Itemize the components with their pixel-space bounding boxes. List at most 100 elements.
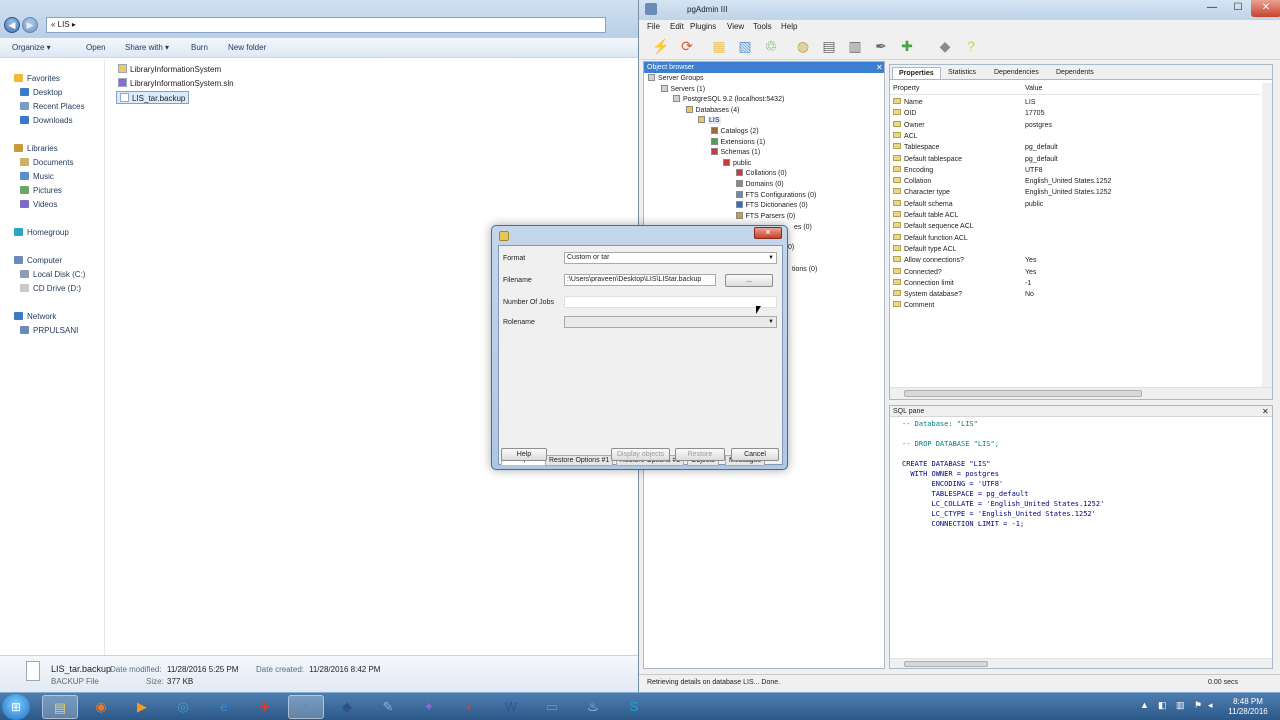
taskbar-media-player-icon[interactable]: ▶ [124,695,160,719]
table-row[interactable]: Default table ACL [890,210,1260,221]
table-row[interactable]: System database? No [890,289,1260,300]
sidebar-item-pictures[interactable]: Pictures [0,184,104,197]
tab-restore-options-1[interactable]: Restore Options #1 [545,455,614,466]
close-icon[interactable]: ✕ [1251,0,1280,17]
tray-volume-icon[interactable]: ◂ [1208,700,1213,711]
tree-node[interactable]: Schemas (1) [710,148,760,158]
value-column-header[interactable]: Value [1025,85,1042,92]
tree-node[interactable]: PostgreSQL 9.2 (localhost:5432) [673,95,784,105]
tray-flag-icon[interactable]: ⚑ [1194,700,1202,711]
address-bar[interactable]: « LIS ▸ [46,17,606,33]
table-row[interactable]: Collation English_United States.1252 [890,176,1260,187]
table-row[interactable]: Tablespace pg_default [890,142,1260,153]
tree-node[interactable]: Collations (0) [735,169,787,179]
tray-expand-icon[interactable]: ▲ [1140,700,1149,710]
object-browser-close-icon[interactable]: ✕ [876,62,883,73]
sql-hscroll[interactable] [890,658,1272,668]
tab-properties[interactable]: Properties [892,67,941,79]
view-data-icon[interactable]: ▤ [819,36,839,56]
menu-edit[interactable]: Edit [670,22,684,31]
table-row[interactable]: Encoding UTF8 [890,165,1260,176]
tree-node[interactable]: public [723,158,751,169]
tree-node[interactable]: Domains (0) [735,180,784,190]
sidebar-item-homegroup[interactable]: Homegroup [0,226,104,239]
pane-splitter[interactable] [104,60,105,655]
dialog-close-icon[interactable]: ✕ [754,227,782,239]
rolename-select[interactable]: ▼ [564,316,777,328]
table-row[interactable]: Default sequence ACL [890,221,1260,232]
taskbar-magnifier-icon[interactable]: ◎ [165,695,201,719]
properties-hscroll[interactable] [890,387,1272,399]
sql-query-icon[interactable]: ◍ [793,36,813,56]
create-object-icon[interactable]: ▧ [735,36,755,56]
tray-network-icon[interactable]: ▥ [1176,700,1185,711]
tree-node[interactable]: Extensions (1) [710,137,765,148]
cancel-button[interactable]: Cancel [731,448,779,461]
properties-vscroll[interactable] [1262,83,1272,387]
taskbar-oracle-icon[interactable]: ✚ [247,695,283,719]
table-row[interactable]: Default type ACL [890,244,1260,255]
new-folder-button[interactable]: New folder [228,43,266,52]
tree-node[interactable]: Catalogs (2) [710,127,759,137]
table-row[interactable]: Default tablespace pg_default [890,154,1260,165]
table-row[interactable]: Character type English_United States.1252 [890,187,1260,198]
table-row[interactable]: Default function ACL [890,233,1260,244]
taskbar-skype-icon[interactable]: S [616,695,652,719]
list-item[interactable]: LIS_tar.backup [116,91,190,104]
table-row[interactable]: Connected? Yes [890,267,1260,278]
refresh-icon[interactable]: ⟳ [677,36,697,56]
menu-tools[interactable]: Tools [753,22,772,31]
sidebar-item-recent-places[interactable]: Recent Places [0,100,104,113]
filename-input[interactable]: :\Users\praveen\Desktop\LIS\LIStar.backu… [564,274,716,286]
hint-icon[interactable]: ◆ [935,36,955,56]
taskbar-virtualbox-icon[interactable]: ◆ [329,695,365,719]
sidebar-item-cd-drive-d[interactable]: CD Drive (D:) [0,282,104,295]
sidebar-item-libraries[interactable]: Libraries [0,142,104,155]
sql-hscroll-thumb[interactable] [904,661,988,667]
tab-dependencies[interactable]: Dependencies [988,67,1045,79]
burn-button[interactable]: Burn [191,43,208,52]
table-row[interactable]: OID 17705 [890,108,1260,119]
sidebar-item-computer[interactable]: Computer [0,254,104,267]
open-button[interactable]: Open [86,43,106,52]
taskbar-remote-desktop-icon[interactable]: ▭ [534,695,570,719]
taskbar-java-icon[interactable]: ♨ [575,695,611,719]
minimize-icon[interactable]: — [1199,0,1225,17]
table-row[interactable]: ACL [890,131,1260,142]
format-select[interactable]: Custom or tar ▼ [564,252,777,264]
tree-node[interactable]: FTS Parsers (0) [735,211,795,222]
taskbar-internet-explorer-icon[interactable]: e [206,695,242,719]
delete-object-icon[interactable]: ♲ [761,36,781,56]
menu-plugins[interactable]: Plugins [690,22,716,31]
tray-antivirus-icon[interactable]: ◧ [1158,700,1167,711]
taskbar-firefox-icon[interactable]: ◉ [83,695,119,719]
help-icon[interactable]: ? [961,36,981,56]
table-row[interactable]: Connection limit -1 [890,278,1260,289]
maintenance-icon[interactable]: ✒ [871,36,891,56]
taskbar-clock[interactable]: 8:48 PM 11/28/2016 [1222,697,1274,717]
sidebar-item-favorites[interactable]: Favorites [0,72,104,85]
plugins-icon[interactable]: ✚ [897,36,917,56]
table-row[interactable]: Default schema public [890,199,1260,210]
taskbar-app-script-icon[interactable]: ✎ [370,695,406,719]
forward-icon[interactable]: ▶ [22,17,38,33]
organize-button[interactable]: Organize ▾ [12,43,51,52]
sidebar-item-documents[interactable]: Documents [0,156,104,169]
tree-node[interactable]: FTS Dictionaries (0) [735,201,808,211]
tree-node[interactable]: FTS Configurations (0) [735,190,816,201]
menu-file[interactable]: File [647,22,660,31]
list-item[interactable]: LibraryInformationSystem.sln [118,77,234,90]
taskbar-visual-studio-icon[interactable]: ✦ [411,695,447,719]
start-button[interactable]: ⊞ [2,694,30,720]
maximize-icon[interactable]: ☐ [1225,0,1251,17]
tab-statistics[interactable]: Statistics [942,67,982,79]
filtered-data-icon[interactable]: ▥ [845,36,865,56]
restore-button[interactable]: Restore [675,448,725,461]
taskbar-folder-icon[interactable]: ▤ [42,695,78,719]
tree-node[interactable]: Databases (4) [685,105,739,116]
sidebar-item-local-disk-c[interactable]: Local Disk (C:) [0,268,104,281]
table-row[interactable]: Owner postgres [890,120,1260,131]
tab-dependents[interactable]: Dependents [1050,67,1100,79]
jobs-input[interactable] [564,296,777,308]
property-column-header[interactable]: Property [893,85,919,92]
